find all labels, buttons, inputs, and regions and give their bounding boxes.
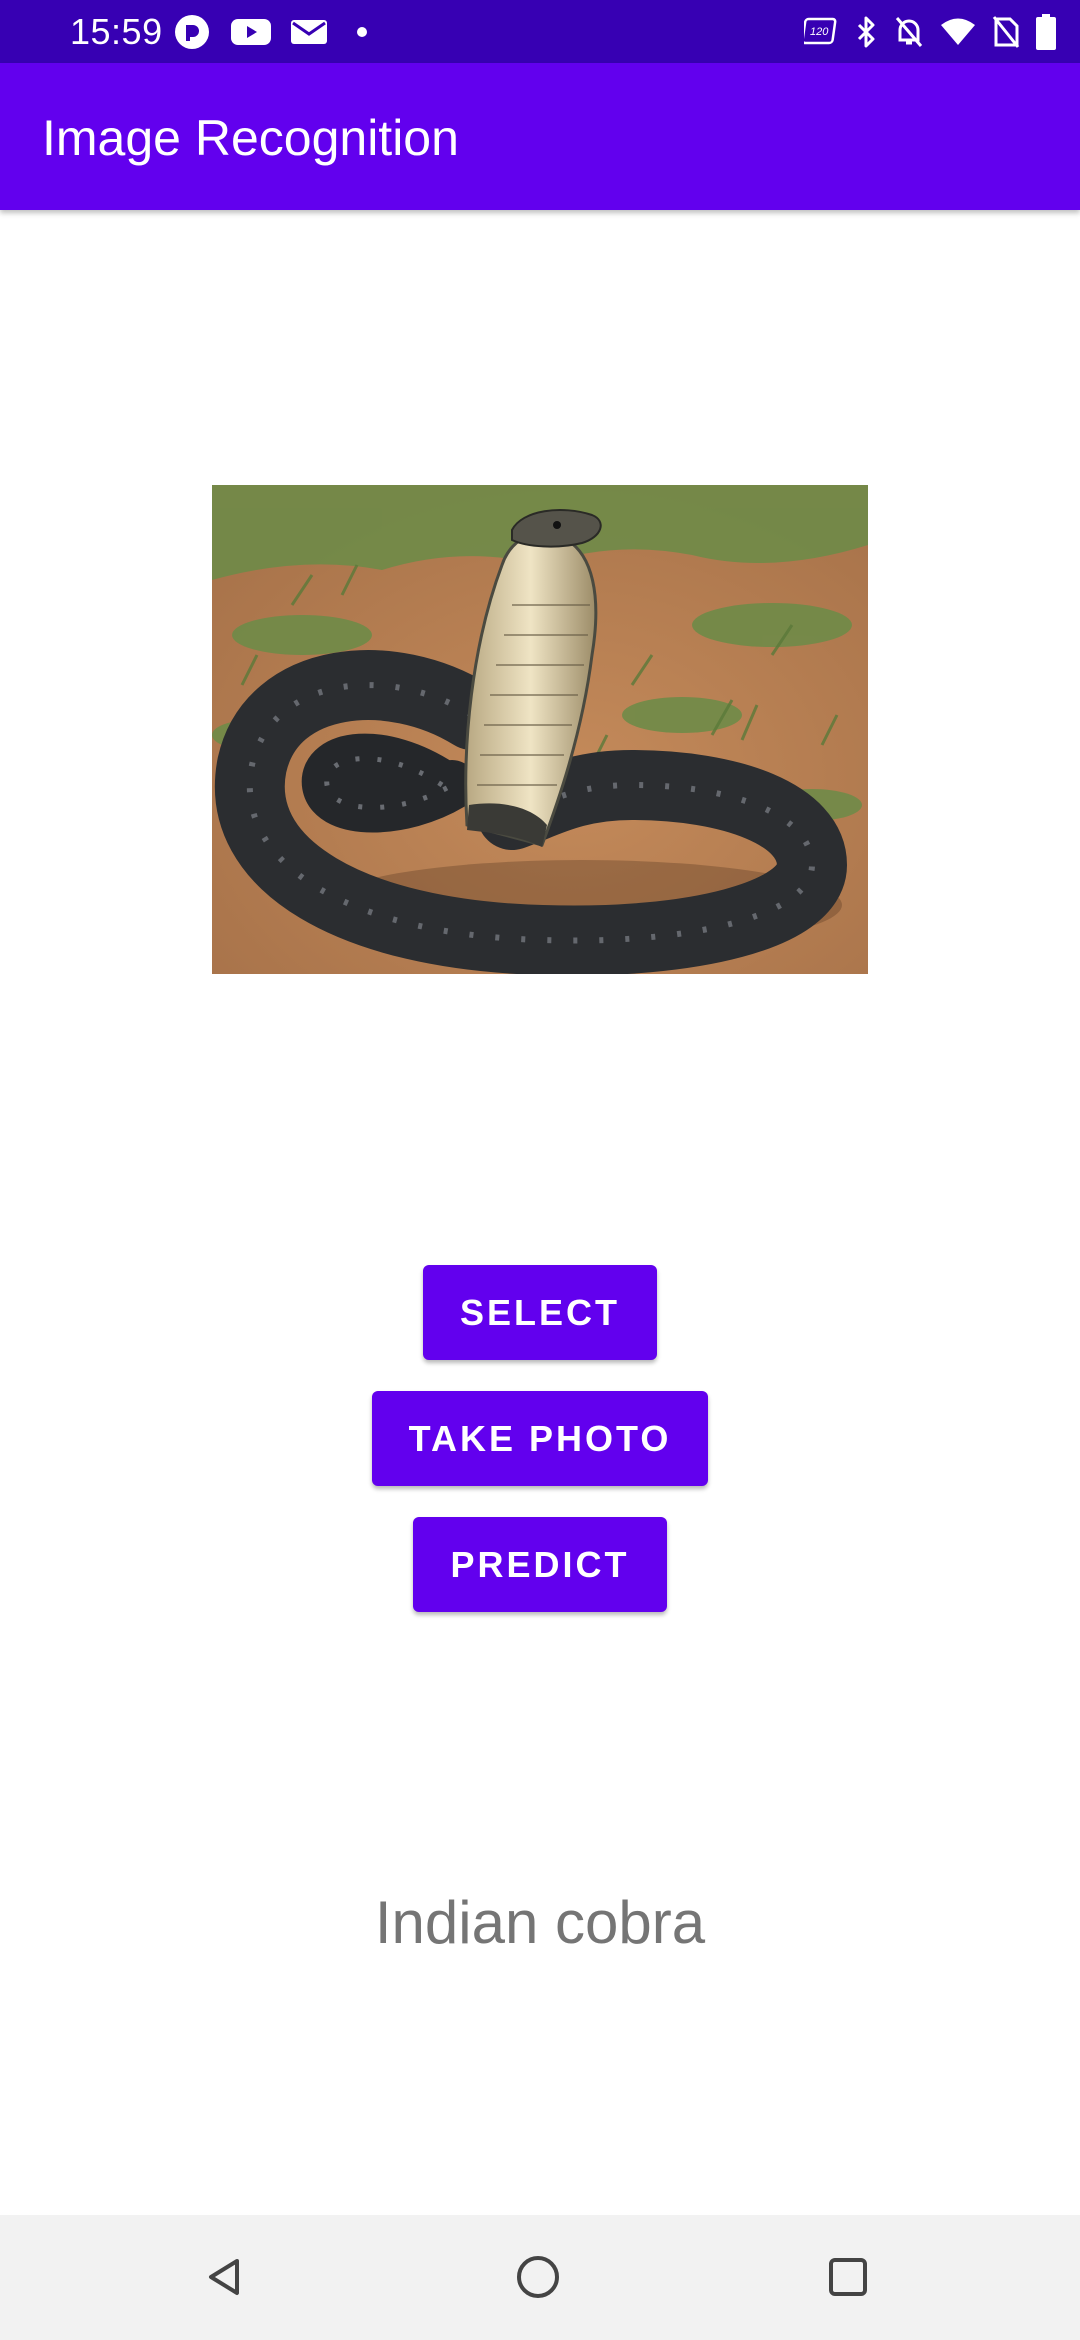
status-left-icons xyxy=(173,12,377,52)
prediction-result: Indian cobra xyxy=(374,1889,706,1956)
back-icon[interactable] xyxy=(193,2245,257,2309)
battery-icon xyxy=(1036,14,1056,50)
status-time: 15:59 xyxy=(70,11,163,52)
navigation-bar xyxy=(0,2215,1080,2340)
no-sim-icon xyxy=(992,15,1020,49)
selected-image xyxy=(212,485,868,974)
select-button[interactable]: Select xyxy=(423,1265,657,1360)
mute-bell-icon xyxy=(894,15,924,49)
recents-icon[interactable] xyxy=(816,2245,880,2309)
home-icon[interactable] xyxy=(506,2245,570,2309)
bluetooth-icon xyxy=(856,15,878,49)
pocketcasts-icon xyxy=(173,13,211,51)
predict-button[interactable]: Predict xyxy=(413,1517,667,1612)
wifi-icon xyxy=(940,17,976,47)
status-bar: 15:59 120 xyxy=(0,0,1080,63)
refresh-rate-120hz-icon: 120 xyxy=(804,16,840,48)
notification-dot-icon xyxy=(347,17,377,47)
app-bar: Image Recognition xyxy=(0,63,1080,210)
youtube-icon xyxy=(231,17,271,47)
mail-icon xyxy=(291,18,327,46)
page-title: Image Recognition xyxy=(42,110,459,166)
status-right-icons: 120 xyxy=(804,12,1056,52)
take-photo-button[interactable]: Take Photo xyxy=(372,1391,708,1486)
svg-text:120: 120 xyxy=(810,26,829,38)
cobra-image xyxy=(212,485,868,974)
